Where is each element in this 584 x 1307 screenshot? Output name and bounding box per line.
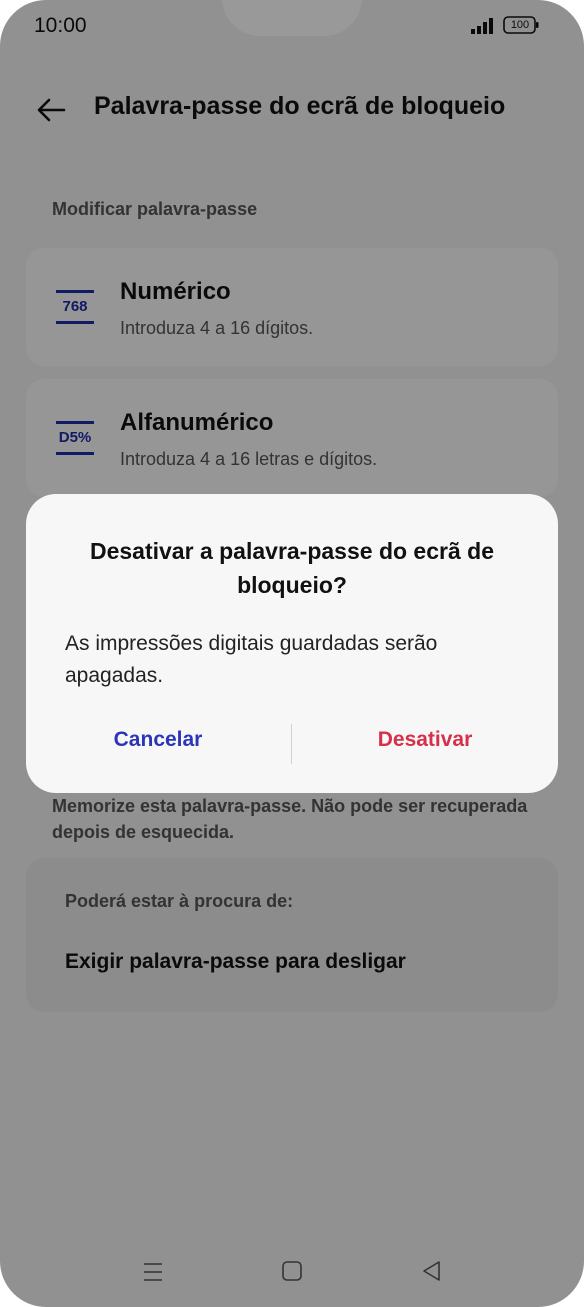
button-divider <box>291 724 292 764</box>
dialog-message: As impressões digitais guardadas serão a… <box>65 632 438 687</box>
disable-button[interactable]: Desativar <box>305 722 545 762</box>
confirm-dialog: Desativar a palavra-passe do ecrã de blo… <box>26 494 558 793</box>
phone-screen: 10:00 100 Palavra-passe do ecrã de bloqu… <box>0 0 584 1307</box>
dialog-title: Desativar a palavra-passe do ecrã de blo… <box>89 538 494 598</box>
cancel-button[interactable]: Cancelar <box>38 722 278 762</box>
